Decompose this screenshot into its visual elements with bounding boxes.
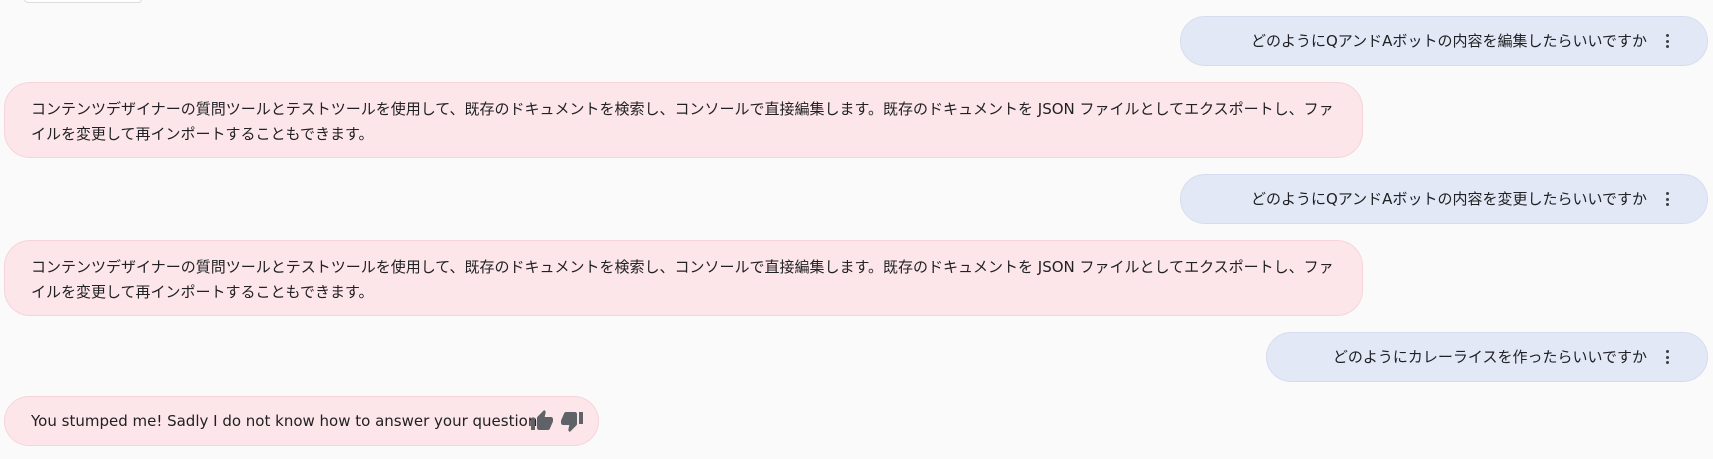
- feedback-buttons: [530, 409, 584, 433]
- thumbs-up-icon[interactable]: [530, 409, 554, 433]
- user-message-text: どのようにQアンドAボットの内容を編集したらいいですか: [1250, 31, 1647, 50]
- user-message-text: どのようにQアンドAボットの内容を変更したらいいですか: [1250, 189, 1647, 208]
- bot-message: コンテンツデザイナーの質問ツールとテストツールを使用して、既存のドキュメントを検…: [4, 240, 1363, 316]
- bot-message: You stumped me! Sadly I do not know how …: [4, 396, 599, 446]
- user-message: どのようにQアンドAボットの内容を変更したらいいですか: [1180, 174, 1708, 224]
- user-message: どのようにカレーライスを作ったらいいですか: [1266, 332, 1708, 382]
- previous-element-edge: [24, 0, 142, 3]
- chat-transcript: どのようにQアンドAボットの内容を編集したらいいですか コンテンツデザイナーの質…: [0, 0, 1713, 459]
- more-vert-icon[interactable]: [1663, 350, 1671, 364]
- more-vert-icon[interactable]: [1663, 192, 1671, 206]
- user-message-text: どのようにカレーライスを作ったらいいですか: [1332, 347, 1647, 366]
- bot-message-text: コンテンツデザイナーの質問ツールとテストツールを使用して、既存のドキュメントを検…: [31, 100, 1334, 143]
- thumbs-down-icon[interactable]: [560, 409, 584, 433]
- bot-message-text: コンテンツデザイナーの質問ツールとテストツールを使用して、既存のドキュメントを検…: [31, 258, 1334, 301]
- more-vert-icon[interactable]: [1663, 34, 1671, 48]
- bot-message-text: You stumped me! Sadly I do not know how …: [31, 411, 543, 430]
- bot-message: コンテンツデザイナーの質問ツールとテストツールを使用して、既存のドキュメントを検…: [4, 82, 1363, 158]
- user-message: どのようにQアンドAボットの内容を編集したらいいですか: [1180, 16, 1708, 66]
